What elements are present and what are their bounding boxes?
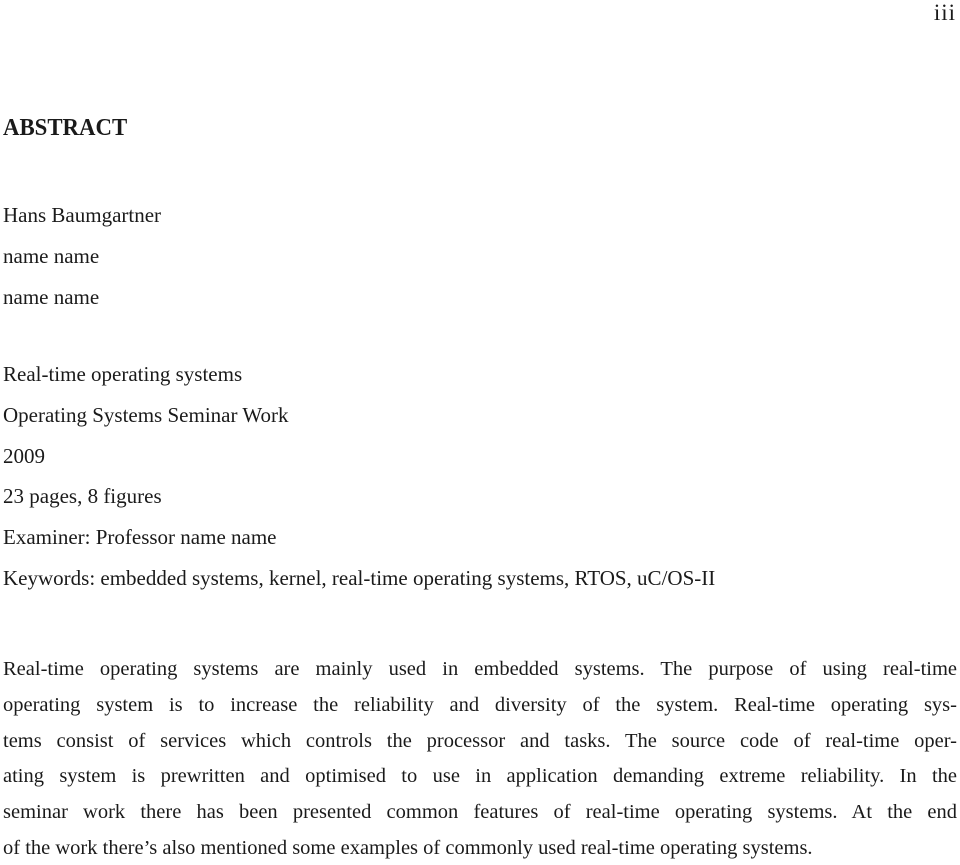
abstract-body-line: operating system is to increase the reli… xyxy=(3,694,957,716)
keywords: Keywords: embedded systems, kernel, real… xyxy=(3,566,716,590)
author-name: Hans Baumgartner xyxy=(3,203,162,227)
affiliation-line: name name xyxy=(3,244,100,268)
page-number: iii xyxy=(933,0,956,25)
abstract-heading: ABSTRACT xyxy=(3,115,128,141)
year: 2009 xyxy=(3,444,45,468)
abstract-body-line: tems consist of services which controls … xyxy=(3,730,957,752)
examiner: Examiner: Professor name name xyxy=(3,525,277,549)
abstract-body-line: of the work there’s also mentioned some … xyxy=(3,837,813,859)
page-figure-count: 23 pages, 8 figures xyxy=(3,484,162,508)
thesis-title: Real-time operating systems xyxy=(3,362,243,386)
work-type: Operating Systems Seminar Work xyxy=(3,403,289,427)
abstract-body-line: seminar work there has been presented co… xyxy=(3,801,957,823)
affiliation-line: name name xyxy=(3,285,100,309)
abstract-body-line: ating system is prewritten and optimised… xyxy=(3,765,957,787)
abstract-body-line: Real-time operating systems are mainly u… xyxy=(3,658,957,680)
